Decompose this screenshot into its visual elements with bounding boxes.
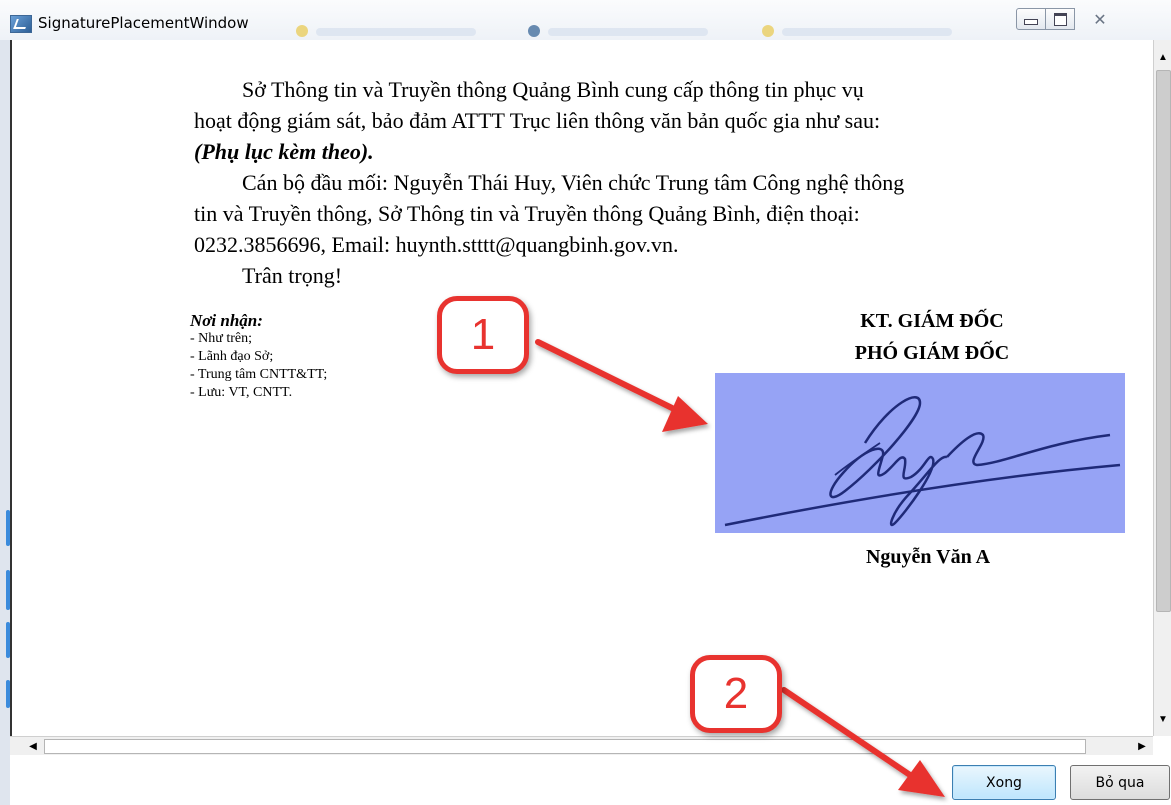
document-line: Cán bộ đầu mối: Nguyễn Thái Huy, Viên ch… [242,170,905,195]
recipient-item: - Lưu: VT, CNTT. [190,385,293,400]
left-window-edge [0,40,10,805]
app-icon [10,15,32,33]
closing-text: Trân trọng! [242,263,343,288]
blurred-taskbar-tab [316,28,476,36]
signer-name: Nguyễn Văn A [865,546,991,568]
vertical-scrollbar[interactable]: ▲ ▼ [1153,40,1171,736]
recipient-item: - Lãnh đạo Sở; [190,349,274,364]
blurred-taskbar-tab [782,28,952,36]
document-viewport[interactable]: Sở Thông tin và Truyền thông Quảng Bình … [10,40,1155,736]
scroll-down-icon[interactable]: ▼ [1154,710,1171,728]
window-title: SignaturePlacementWindow [38,14,249,32]
horizontal-scroll-thumb[interactable] [44,739,1086,754]
document-line: 0232.3856696, Email: huynth.stttt@quangb… [194,232,679,257]
document-body: Sở Thông tin và Truyền thông Quảng Bình … [194,74,904,291]
maximize-icon [1053,12,1067,26]
done-button[interactable]: Xong [952,765,1056,800]
recipients-header: Nơi nhận: [190,311,263,330]
maximize-button[interactable] [1045,8,1075,30]
dialog-footer: Xong Bỏ qua [10,755,1171,805]
callout-1: 1 [437,296,529,374]
callout-2: 2 [690,655,782,733]
close-button[interactable]: ✕ [1074,8,1126,30]
scroll-right-icon[interactable]: ▶ [1133,737,1151,755]
signature-placement-box[interactable] [715,373,1125,533]
blurred-taskbar-tab [548,28,708,36]
document-line: tin và Truyền thông, Sở Thông tin và Tru… [194,201,860,226]
recipient-item: - Như trên; [190,331,253,346]
recipient-item: - Trung tâm CNTT&TT; [190,367,328,382]
blurred-taskbar-icon [296,25,308,37]
close-icon: ✕ [1093,9,1107,29]
blurred-taskbar-icon [528,25,540,37]
horizontal-scrollbar[interactable]: ◀ ▶ [10,736,1153,756]
scroll-left-icon[interactable]: ◀ [24,737,42,755]
minimize-button[interactable] [1016,8,1046,30]
signature-title-line2: PHÓ GIÁM ĐỐC [854,342,1010,364]
handwritten-signature [724,396,1121,527]
signature-title-line1: KT. GIÁM ĐỐC [860,310,1004,332]
document-line: Sở Thông tin và Truyền thông Quảng Bình … [242,77,864,102]
vertical-scroll-thumb[interactable] [1156,70,1171,612]
skip-button[interactable]: Bỏ qua [1070,765,1170,800]
blurred-taskbar-icon [762,25,774,37]
scroll-up-icon[interactable]: ▲ [1154,48,1171,66]
recipients-block: Nơi nhận: - Như trên; - Lãnh đạo Sở; - T… [190,312,327,402]
document-line: hoạt động giám sát, bảo đảm ATTT Trục li… [194,108,881,133]
minimize-icon [1024,19,1038,25]
document-line: (Phụ lục kèm theo). [194,139,374,164]
title-bar: SignaturePlacementWindow ✕ [0,0,1171,41]
